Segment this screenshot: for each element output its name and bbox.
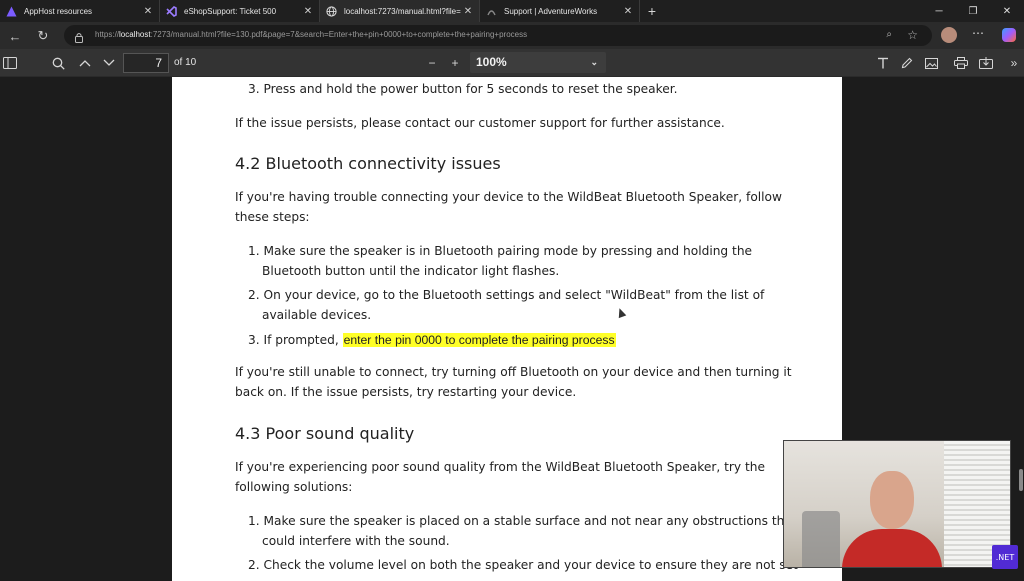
previous-result-icon[interactable] — [77, 55, 93, 71]
page-number-input[interactable]: 7 — [123, 53, 169, 73]
list-item: 1. Make sure the speaker is in Bluetooth… — [248, 244, 753, 258]
reset-step: 3. Press and hold the power button for 5… — [248, 82, 678, 96]
presenter — [842, 471, 942, 567]
intro-paragraph: these steps: — [235, 210, 310, 224]
search-icon[interactable] — [50, 55, 66, 71]
tab-eshopsupport[interactable]: eShopSupport: Ticket 500 ✕ — [160, 0, 320, 22]
zoom-select[interactable]: 100% ⌄ — [470, 52, 606, 73]
search-highlight: enter the pin 0000 to complete the pairi… — [342, 333, 616, 347]
window-controls: ─ ❐ ✕ — [922, 0, 1024, 22]
pdf-toolbar: 7 of 10 − + 100% ⌄ » — [0, 49, 1024, 77]
more-options-icon[interactable]: ⋯ — [972, 26, 984, 40]
zoom-value: 100% — [476, 55, 507, 69]
aspire-icon — [6, 6, 17, 17]
tab-label: localhost:7273/manual.html?file= — [344, 6, 461, 16]
troubleshoot-paragraph: If you're still unable to connect, try t… — [235, 365, 792, 379]
scrollbar[interactable] — [1019, 469, 1023, 491]
sidebar-toggle-icon[interactable] — [2, 55, 18, 71]
close-icon[interactable]: ✕ — [461, 6, 475, 17]
draw-icon[interactable] — [899, 55, 915, 71]
list-item: 1. Make sure the speaker is placed on a … — [248, 514, 797, 528]
image-icon[interactable] — [923, 55, 939, 71]
avatar[interactable] — [941, 27, 957, 43]
zoom-out-icon[interactable]: − — [424, 55, 440, 71]
url-text: https://localhost:7273/manual.html?file=… — [95, 30, 527, 39]
tab-label: Support | AdventureWorks — [504, 6, 598, 16]
tab-label: eShopSupport: Ticket 500 — [184, 6, 277, 16]
list-item: could interfere with the sound. — [262, 534, 450, 548]
url-host: localhost — [119, 30, 151, 39]
section-heading-4-3: 4.3 Poor sound quality — [235, 424, 415, 443]
tab-apphost-resources[interactable]: AppHost resources ✕ — [0, 0, 160, 22]
minimize-icon[interactable]: ─ — [922, 0, 956, 22]
close-icon[interactable]: ✕ — [621, 6, 635, 17]
print-icon[interactable] — [953, 55, 969, 71]
next-result-icon[interactable] — [101, 55, 117, 71]
presenter-head — [870, 471, 914, 529]
list-item: 2. Check the volume level on both the sp… — [248, 558, 798, 572]
copilot-icon[interactable] — [1002, 28, 1016, 42]
url-field[interactable]: https://localhost:7273/manual.html?file=… — [64, 25, 932, 46]
page-total: of 10 — [174, 57, 197, 68]
tab-support-adventureworks[interactable]: Support | AdventureWorks ✕ — [480, 0, 640, 22]
webcam-overlay — [783, 440, 1011, 568]
tab-strip: AppHost resources ✕ eShopSupport: Ticket… — [0, 0, 1024, 22]
chevron-down-icon: ⌄ — [590, 57, 598, 67]
intro-paragraph: If you're having trouble connecting your… — [235, 190, 782, 204]
lock-icon — [74, 30, 84, 43]
zoom-icon[interactable]: ⌕ — [886, 29, 892, 40]
dotnet-badge: .NET — [992, 545, 1018, 569]
close-icon[interactable]: ✕ — [301, 6, 315, 17]
close-window-icon[interactable]: ✕ — [990, 0, 1024, 22]
address-bar: ← ↻ https://localhost:7273/manual.html?f… — [0, 22, 1024, 49]
zoom-in-icon[interactable]: + — [447, 55, 463, 71]
pdf-page: 3. Press and hold the power button for 5… — [172, 77, 842, 581]
section-heading-4-2: 4.2 Bluetooth connectivity issues — [235, 154, 501, 173]
restore-icon[interactable]: ❐ — [956, 0, 990, 22]
url-rest: :7273/manual.html?file=130.pdf&page=7&se… — [150, 30, 528, 39]
page-icon — [486, 6, 497, 17]
favorite-star-icon[interactable]: ☆ — [907, 28, 918, 42]
back-icon[interactable]: ← — [6, 27, 24, 45]
more-tools-icon[interactable]: » — [1006, 55, 1022, 71]
refresh-icon[interactable]: ↻ — [34, 27, 52, 45]
globe-icon — [326, 5, 337, 17]
support-paragraph: If the issue persists, please contact ou… — [235, 116, 725, 130]
troubleshoot-paragraph: back on. If the issue persists, try rest… — [235, 385, 577, 399]
list-item: 2. On your device, go to the Bluetooth s… — [248, 288, 765, 302]
list-item: Bluetooth button until the indicator lig… — [262, 264, 560, 278]
text-tool-icon[interactable] — [875, 55, 891, 71]
list-item-prefix: 3. If prompted, — [248, 333, 343, 347]
vs-icon — [166, 5, 177, 17]
list-item: available devices. — [262, 308, 372, 322]
tab-manual[interactable]: localhost:7273/manual.html?file= ✕ — [320, 0, 480, 22]
close-icon[interactable]: ✕ — [141, 6, 155, 17]
presenter-shirt — [842, 529, 942, 567]
background-furniture — [802, 511, 840, 567]
url-prefix: https:// — [95, 30, 120, 39]
intro-paragraph: If you're experiencing poor sound qualit… — [235, 460, 765, 474]
new-tab-button[interactable]: + — [640, 0, 664, 22]
list-item: 3. If prompted, enter the pin 0000 to co… — [248, 330, 616, 350]
save-icon[interactable] — [978, 55, 994, 71]
intro-paragraph: following solutions: — [235, 480, 353, 494]
tab-label: AppHost resources — [24, 6, 93, 16]
